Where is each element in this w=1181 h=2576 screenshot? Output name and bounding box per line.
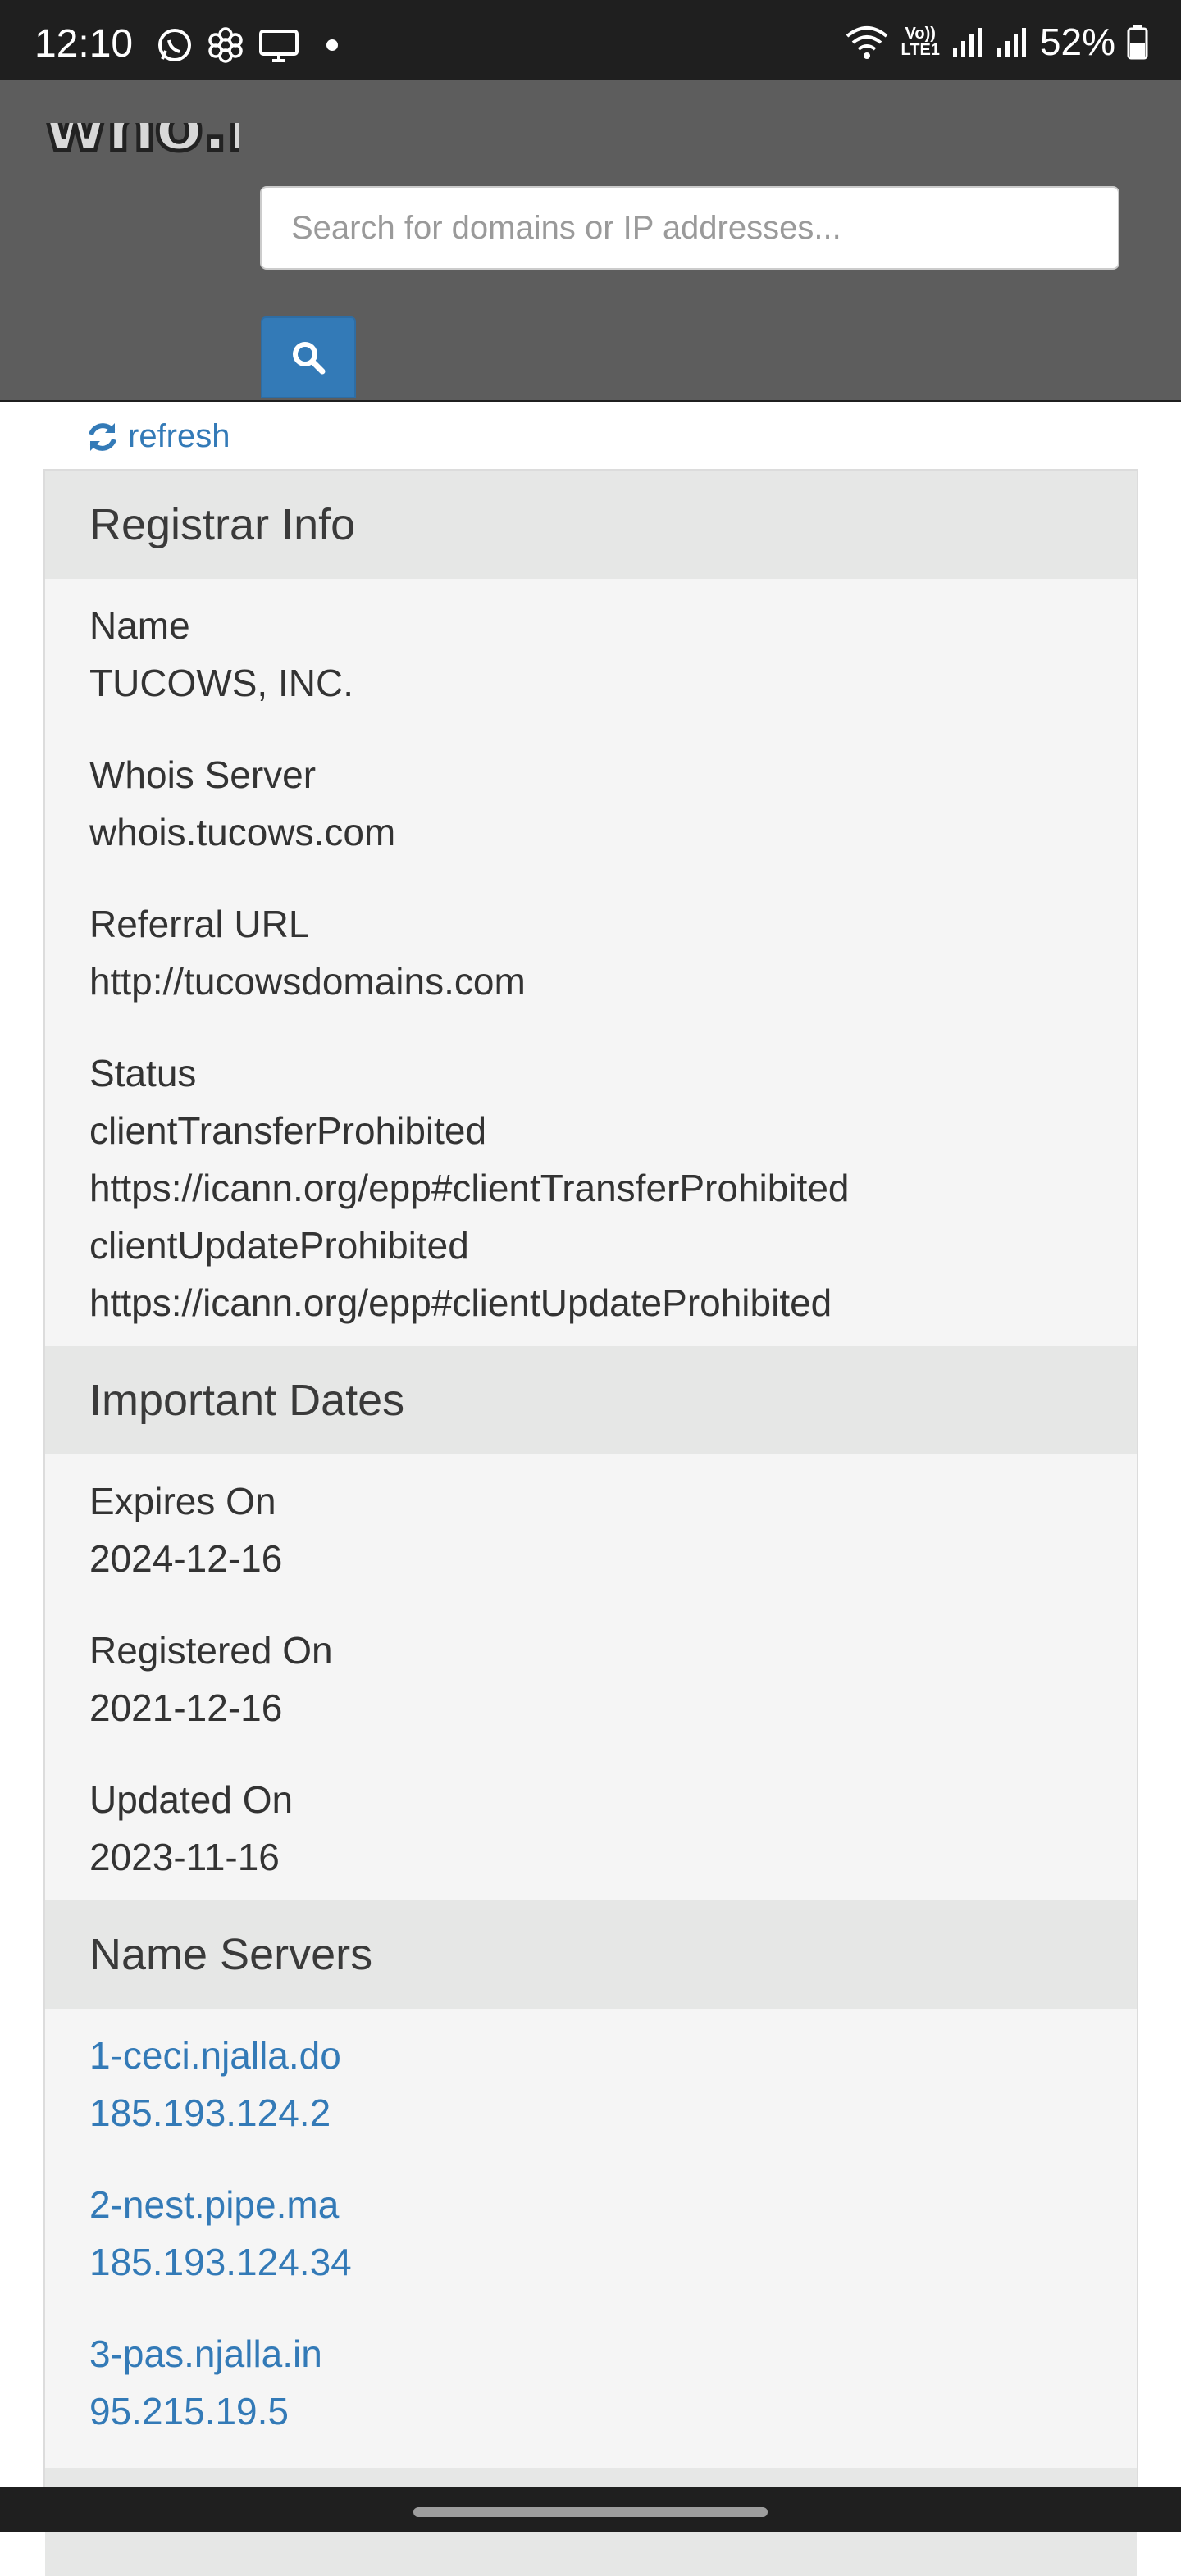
registrar-name-row: Name TUCOWS, INC.: [45, 597, 1137, 712]
site-header: who.is: [0, 80, 1181, 402]
refresh-icon: [89, 422, 116, 451]
referral-url-row: Referral URL http://tucowsdomains.com: [45, 895, 1137, 1010]
volte-indicator: Vo)) LTE1: [901, 25, 940, 58]
system-nav-bar: [0, 2487, 1181, 2532]
whois-panel: Registrar Info Name TUCOWS, INC. Whois S…: [43, 469, 1138, 2576]
logo-text: who.is: [43, 123, 239, 162]
status-value-3: clientUpdateProhibited: [89, 1224, 469, 1267]
search-button[interactable]: [261, 316, 356, 398]
whois-server-value: whois.tucows.com: [89, 811, 396, 853]
referral-url-label: Referral URL: [89, 903, 310, 945]
important-dates-heading: Important Dates: [45, 1346, 1137, 1454]
updated-label: Updated On: [89, 1778, 294, 1821]
registered-label: Registered On: [89, 1629, 333, 1672]
site-logo[interactable]: who.is: [43, 123, 239, 162]
status-row: Status clientTransferProhibited https://…: [45, 1045, 1137, 1346]
screen-cast-icon: [259, 30, 299, 62]
status-right-icons: Vo)) LTE1 52%: [844, 23, 1149, 61]
updated-row: Updated On 2023-11-16: [45, 1771, 1137, 1900]
nameserver-host-link[interactable]: 2-nest.pipe.ma: [89, 2176, 1137, 2233]
registrar-info-heading: Registrar Info: [45, 471, 1137, 579]
volte-top-text: Vo)): [905, 25, 936, 43]
whatsapp-icon: [158, 29, 191, 61]
nameserver-row-1: 1-ceci.njalla.do 185.193.124.2: [45, 2027, 1137, 2141]
settings-flower-icon: [208, 27, 243, 63]
search-icon: [293, 342, 326, 375]
battery-icon: [1127, 25, 1148, 60]
name-servers-heading: Name Servers: [45, 1900, 1137, 2009]
nameserver-host-link[interactable]: 3-pas.njalla.in: [89, 2325, 1137, 2383]
whois-server-label: Whois Server: [89, 753, 317, 796]
wifi-icon: [846, 26, 887, 59]
expires-label: Expires On: [89, 1480, 276, 1522]
registered-row: Registered On 2021-12-16: [45, 1622, 1137, 1736]
home-gesture-handle[interactable]: [413, 2507, 768, 2517]
status-value-1: clientTransferProhibited: [89, 1109, 487, 1152]
status-label: Status: [89, 1052, 197, 1095]
refresh-label: refresh: [128, 418, 230, 454]
nameserver-ip-link[interactable]: 185.193.124.2: [89, 2084, 1137, 2141]
registrar-name-value: TUCOWS, INC.: [89, 662, 353, 704]
registered-value: 2021-12-16: [89, 1686, 283, 1729]
nameserver-host-link[interactable]: 1-ceci.njalla.do: [89, 2027, 1137, 2084]
signal-icon: [952, 28, 982, 57]
referral-url-value: http://tucowsdomains.com: [89, 960, 526, 1003]
registrar-name-label: Name: [89, 604, 190, 647]
nameserver-ip-link[interactable]: 95.215.19.5: [89, 2383, 1137, 2440]
search-input[interactable]: [260, 186, 1119, 270]
refresh-link[interactable]: refresh: [85, 418, 230, 455]
signal-icon-2: [996, 28, 1026, 57]
volte-bottom-text: LTE1: [901, 41, 940, 59]
status-value-4: https://icann.org/epp#clientUpdateProhib…: [89, 1281, 832, 1324]
updated-value: 2023-11-16: [89, 1836, 280, 1878]
whois-server-row: Whois Server whois.tucows.com: [45, 746, 1137, 861]
battery-percent: 52%: [1039, 20, 1115, 63]
status-bar: 12:10 Vo)) LTE1 52%: [0, 0, 1181, 80]
expires-row: Expires On 2024-12-16: [45, 1472, 1137, 1587]
nameserver-ip-link[interactable]: 185.193.124.34: [89, 2233, 1137, 2291]
notification-dot-icon: [326, 39, 338, 51]
nameserver-row-3: 3-pas.njalla.in 95.215.19.5: [45, 2325, 1137, 2440]
expires-value: 2024-12-16: [89, 1537, 283, 1580]
status-time: 12:10: [34, 22, 134, 66]
nameserver-row-2: 2-nest.pipe.ma 185.193.124.34: [45, 2176, 1137, 2291]
status-left-icons: [156, 26, 338, 64]
status-value-2: https://icann.org/epp#clientTransferProh…: [89, 1167, 850, 1209]
